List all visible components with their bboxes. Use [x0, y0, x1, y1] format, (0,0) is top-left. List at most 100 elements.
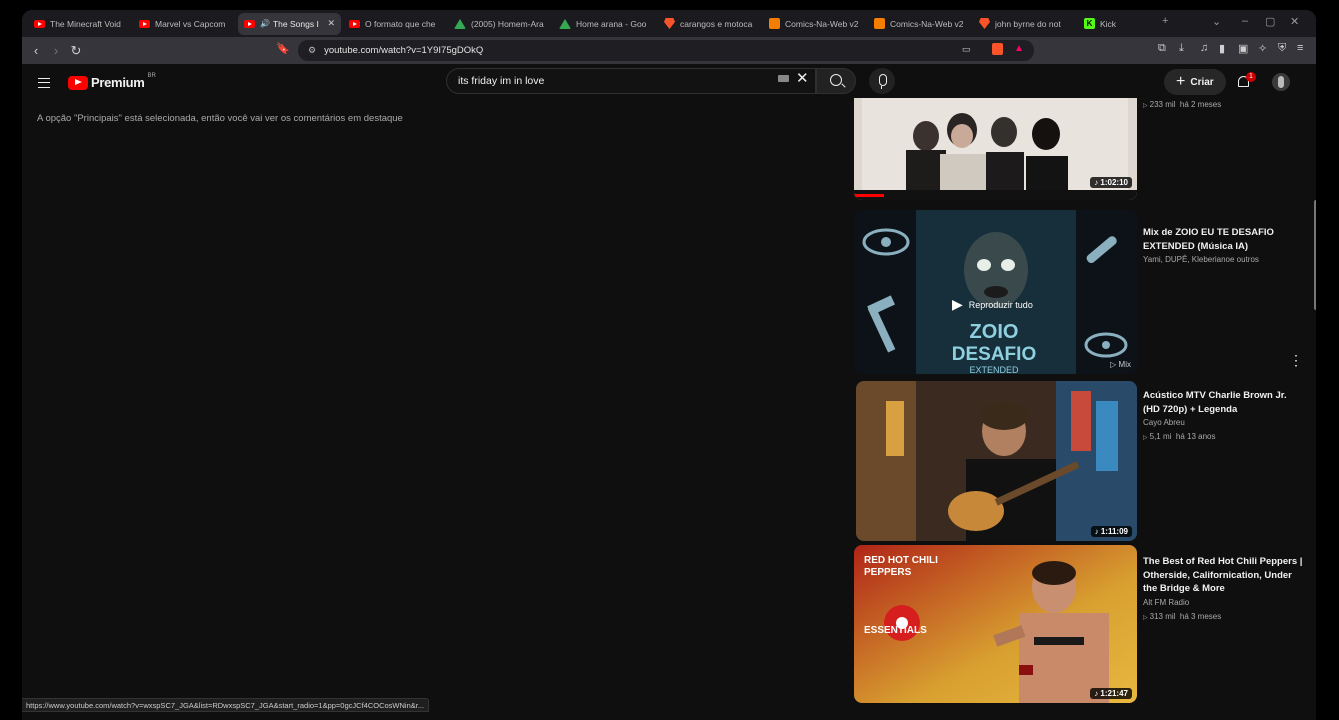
- keyboard-icon[interactable]: [778, 75, 789, 82]
- create-button[interactable]: + Criar: [1164, 69, 1226, 95]
- extensions-icon[interactable]: ⧉: [1158, 42, 1166, 55]
- play-all-overlay[interactable]: ▶ Reproduzir tudo: [952, 296, 1033, 313]
- tab-kick[interactable]: K Kick: [1078, 13, 1168, 35]
- tab-o-formato[interactable]: O formato que che: [343, 13, 446, 35]
- play-all-label: Reproduzir tudo: [968, 299, 1033, 310]
- download-icon[interactable]: ⤓: [1179, 42, 1184, 55]
- tab-close-icon[interactable]: ✕: [327, 18, 335, 29]
- music-note-icon: ♪: [1094, 689, 1099, 698]
- tab-comics-na-web-1[interactable]: Comics-Na-Web v2: [763, 13, 866, 35]
- media-icon[interactable]: ♫: [1200, 42, 1208, 54]
- tab-carangos[interactable]: carangos e motoca: [658, 13, 761, 35]
- video-duration: ♪ 1:21:47: [1090, 688, 1132, 699]
- back-icon[interactable]: ‹: [26, 43, 46, 58]
- video-meta: ▷ 313 mil há 3 meses: [1143, 612, 1308, 621]
- art-text-2: DESAFIO: [952, 344, 1036, 365]
- channel-name[interactable]: Alt FM Radio: [1143, 598, 1308, 607]
- channel-name[interactable]: Cayo Abreu: [1143, 418, 1303, 427]
- concert-photo: [856, 381, 1137, 541]
- views-icon: ▷: [1143, 435, 1148, 441]
- brave-shields-icon[interactable]: [992, 43, 1003, 55]
- cast-icon[interactable]: ▭: [962, 44, 971, 55]
- youtube-icon: [349, 19, 360, 28]
- voice-search-button[interactable]: [869, 68, 895, 94]
- speaker-icon[interactable]: 🔊: [260, 19, 270, 28]
- tab-comics-na-web-2[interactable]: Comics-Na-Web v2: [868, 13, 971, 35]
- search-button[interactable]: [816, 68, 856, 94]
- channel-name[interactable]: Yami, DUPÊ, Kleberianoe outros: [1143, 255, 1303, 264]
- tab-search-icon[interactable]: ⌄: [1212, 15, 1221, 28]
- more-actions-icon[interactable]: ⋮: [1289, 353, 1303, 367]
- tab-homem-aranha-2005[interactable]: (2005) Homem-Ara: [448, 13, 551, 35]
- tab-title: (2005) Homem-Ara: [471, 18, 544, 29]
- mix-thumbnail[interactable]: ZOIO DESAFIO EXTENDED ▶ Reproduzir tudo …: [854, 210, 1137, 374]
- youtube-logo[interactable]: Premium BR: [68, 72, 156, 90]
- reload-icon[interactable]: ↻: [66, 43, 86, 59]
- brave-rewards-icon[interactable]: ▲: [1014, 43, 1024, 54]
- video-title[interactable]: The Best of Red Hot Chili Peppers | Othe…: [1143, 555, 1308, 596]
- video-thumbnail[interactable]: ♪ 1:02:10: [854, 98, 1137, 200]
- forward-icon[interactable]: ›: [46, 43, 66, 58]
- video-title[interactable]: Mix de ZOIO EU TE DESAFIO EXTENDED (Músi…: [1143, 226, 1303, 253]
- region-code: BR: [147, 72, 156, 79]
- minimize-icon[interactable]: –: [1242, 15, 1248, 27]
- essentials-label: ESSENTIALS: [864, 625, 927, 636]
- clear-search-icon[interactable]: ✕: [796, 69, 809, 87]
- upload-age: há 3 meses: [1179, 611, 1222, 621]
- blogger-icon: [769, 18, 780, 29]
- notifications-button[interactable]: 1: [1236, 72, 1256, 90]
- video-thumbnail[interactable]: ♪ 1:11:09: [856, 381, 1137, 541]
- drive-icon: [559, 18, 571, 29]
- recommendation-item[interactable]: ♪ 1:11:09 Acústico MTV Charlie Brown Jr.…: [854, 381, 1294, 541]
- status-bar-url: https://www.youtube.com/watch?v=wxspSC7_…: [22, 698, 430, 712]
- bookmark-icon[interactable]: 🔖: [276, 42, 290, 55]
- vpn-icon[interactable]: ⛨: [1278, 42, 1286, 55]
- window-close-icon[interactable]: ✕: [1290, 15, 1299, 28]
- tab-strip: The Minecraft Void Marvel vs Capcom 🔊 Th…: [22, 10, 1316, 37]
- plus-icon: +: [1176, 73, 1186, 90]
- tab-title: Comics-Na-Web v2: [890, 18, 964, 29]
- kick-icon: K: [1084, 18, 1095, 29]
- tab-title: The Songs I: [272, 18, 319, 29]
- tab-minecraft-void[interactable]: The Minecraft Void: [28, 13, 131, 35]
- menu-icon[interactable]: ≡: [1297, 42, 1303, 54]
- drive-icon: [454, 18, 466, 29]
- wallet-icon[interactable]: ▣: [1238, 42, 1248, 55]
- tab-the-songs-active[interactable]: 🔊 The Songs I ✕: [238, 12, 341, 35]
- mix-icon: ▷: [1110, 360, 1117, 369]
- tab-john-byrne[interactable]: john byrne do not: [973, 13, 1076, 35]
- mix-badge: ▷ Mix: [1110, 360, 1131, 369]
- guide-menu-icon[interactable]: [38, 78, 50, 88]
- new-tab-icon[interactable]: +: [1162, 15, 1168, 27]
- tab-title: O formato que che: [365, 18, 436, 29]
- site-settings-icon[interactable]: ⚙: [308, 45, 316, 56]
- view-count: 5,1 mi: [1149, 432, 1172, 441]
- sidebar-icon[interactable]: ▮: [1219, 42, 1225, 55]
- music-note-icon: ♪: [1094, 178, 1099, 187]
- video-info: Acústico MTV Charlie Brown Jr. (HD 720p)…: [1143, 389, 1303, 441]
- recommendation-item[interactable]: RED HOT CHILI PEPPERS ESSENTIALS ♪ 1:21:…: [854, 545, 1302, 705]
- address-bar[interactable]: ⚙ youtube.com/watch?v=1Y9I75gDOkQ ▭ ▲: [298, 40, 1034, 61]
- upload-age: há 2 meses: [1179, 100, 1222, 109]
- video-duration: ♪ 1:11:09: [1090, 526, 1132, 537]
- url-text[interactable]: youtube.com/watch?v=1Y9I75gDOkQ: [324, 45, 483, 56]
- tab-marvel-vs-capcom[interactable]: Marvel vs Capcom: [133, 13, 236, 35]
- maximize-icon[interactable]: ▢: [1265, 15, 1275, 28]
- video-meta: ▷ 233 mil há 2 meses: [1143, 100, 1303, 109]
- create-label: Criar: [1190, 76, 1214, 88]
- search-input[interactable]: its friday im in love: [446, 68, 816, 94]
- brave-icon: [979, 18, 990, 29]
- view-count: 313 mil: [1149, 611, 1176, 621]
- recommendation-mix[interactable]: ZOIO DESAFIO EXTENDED ▶ Reproduzir tudo …: [854, 210, 1294, 376]
- video-title[interactable]: Acústico MTV Charlie Brown Jr. (HD 720p)…: [1143, 389, 1303, 416]
- leo-ai-icon[interactable]: ✧: [1258, 42, 1267, 55]
- tab-title: Kick: [1100, 18, 1117, 29]
- avatar[interactable]: [1272, 73, 1290, 91]
- blogger-icon: [874, 18, 885, 29]
- page-scrollbar[interactable]: [1314, 200, 1316, 310]
- recommendation-item[interactable]: ♪ 1:02:10 ▷ 233 mil há 2 meses: [854, 98, 1294, 202]
- video-info: Mix de ZOIO EU TE DESAFIO EXTENDED (Músi…: [1143, 226, 1303, 264]
- art-text-1: ZOIO: [970, 321, 1019, 343]
- tab-home-arana[interactable]: Home arana - Goo: [553, 13, 656, 35]
- video-thumbnail[interactable]: RED HOT CHILI PEPPERS ESSENTIALS ♪ 1:21:…: [854, 545, 1137, 703]
